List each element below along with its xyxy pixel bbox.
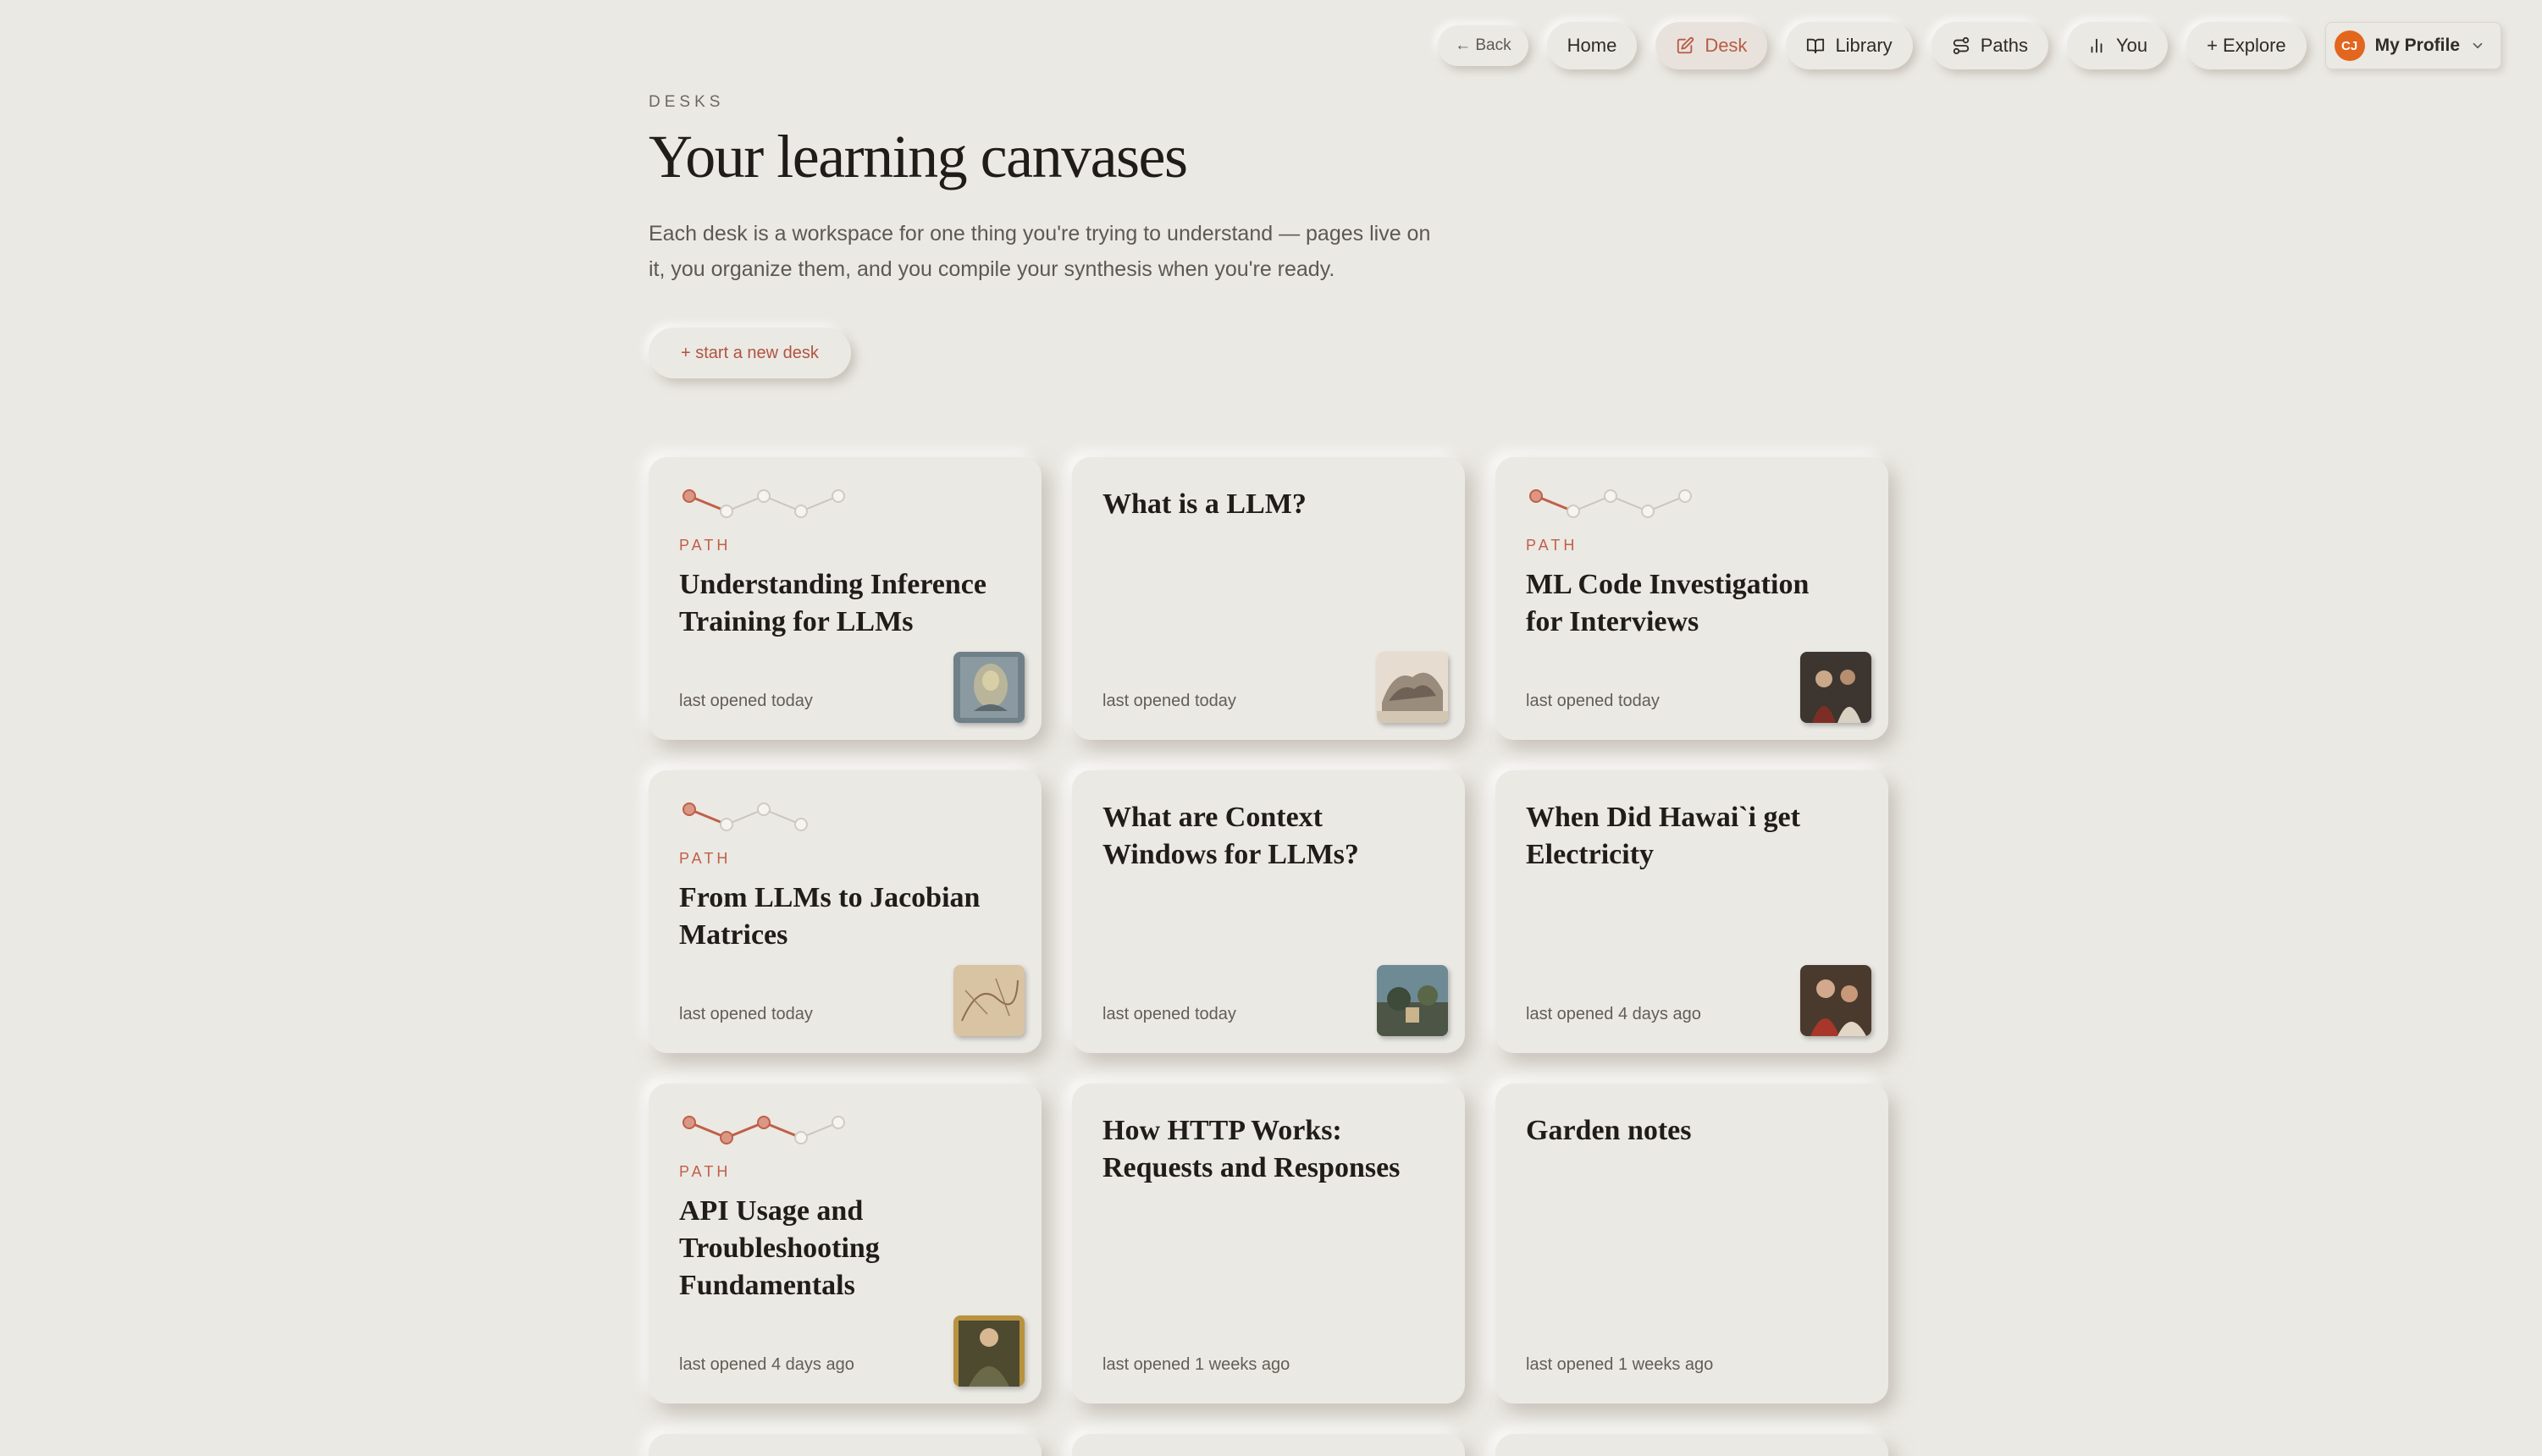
desk-title: Garden notes xyxy=(1526,1115,1692,1146)
desk-grid: PATH Understanding Inference Training fo… xyxy=(649,457,1888,1456)
section-eyebrow: DESKS xyxy=(649,93,725,111)
desk-title: From LLMs to Jacobian Matrices xyxy=(679,882,981,951)
back-button[interactable]: ← Back xyxy=(1438,25,1528,66)
last-opened: last opened 1 weeks ago xyxy=(1102,1355,1290,1374)
desk-title: What is a LLM? xyxy=(1102,488,1307,520)
painting-thumbnail xyxy=(953,652,1025,723)
nav-library[interactable]: Library xyxy=(1786,22,1913,69)
profile-menu[interactable]: CJ My Profile xyxy=(2324,22,2501,69)
desk-card-partial[interactable] xyxy=(1495,1434,1888,1456)
edit-note-icon xyxy=(1677,36,1694,54)
path-node-complete xyxy=(1529,489,1543,503)
painting-thumbnail xyxy=(953,965,1025,1036)
path-label: PATH xyxy=(679,1163,732,1180)
desk-card[interactable]: When Did Hawai`i get Electricity last op… xyxy=(1495,770,1888,1053)
nav-home-label: Home xyxy=(1567,35,1617,56)
last-opened: last opened today xyxy=(679,1005,813,1023)
path-node-complete xyxy=(682,1116,696,1129)
painting-thumbnail xyxy=(1800,652,1871,723)
bar-chart-icon xyxy=(2091,38,2103,53)
nav-explore-label: + Explore xyxy=(2207,35,2286,56)
nav-desk-label: Desk xyxy=(1705,35,1748,56)
last-opened: last opened today xyxy=(1526,692,1660,710)
path-node xyxy=(832,1116,845,1129)
path-label: PATH xyxy=(1526,537,1578,554)
desk-card[interactable]: PATH From LLMs to Jacobian Matrices last… xyxy=(649,770,1042,1053)
desk-card[interactable]: How HTTP Works: Requests and Responses l… xyxy=(1072,1084,1465,1404)
path-node xyxy=(720,818,733,831)
desk-card[interactable]: What is a LLM? last opened today xyxy=(1072,457,1465,740)
top-nav: ← Back Home Desk Library Paths You + Exp… xyxy=(1438,22,2501,69)
desk-card[interactable]: PATH API Usage and Troubleshooting Funda… xyxy=(649,1084,1042,1404)
last-opened: last opened today xyxy=(679,692,813,710)
nav-desk[interactable]: Desk xyxy=(1655,22,1768,69)
page-header: DESKS Your learning canvases Each desk i… xyxy=(649,93,1893,378)
nav-paths-label: Paths xyxy=(1980,35,2028,56)
desk-card[interactable]: PATH Understanding Inference Training fo… xyxy=(649,457,1042,740)
path-label: PATH xyxy=(679,850,732,867)
painting-thumbnail xyxy=(953,1315,1025,1387)
page-title: Your learning canvases xyxy=(649,123,1188,190)
nav-you-label: You xyxy=(2115,35,2148,56)
new-desk-button[interactable]: + start a new desk xyxy=(649,328,851,378)
desk-title: Understanding Inference Training for LLM… xyxy=(679,569,986,637)
nav-you[interactable]: You xyxy=(2066,22,2169,69)
path-node xyxy=(1641,505,1655,518)
path-node xyxy=(1567,505,1580,518)
path-label: PATH xyxy=(679,537,732,554)
path-node-complete xyxy=(720,1131,733,1144)
avatar: CJ xyxy=(2334,30,2365,61)
desk-card[interactable]: What are Context Windows for LLMs? last … xyxy=(1072,770,1465,1053)
path-node xyxy=(720,505,733,518)
path-progress-icon xyxy=(682,489,845,518)
back-button-label: ← Back xyxy=(1455,36,1511,54)
path-node xyxy=(757,802,771,816)
path-node xyxy=(1604,489,1617,503)
painting-thumbnail xyxy=(1377,652,1448,723)
desk-title: How HTTP Works: Requests and Responses xyxy=(1102,1115,1401,1183)
last-opened: last opened 4 days ago xyxy=(1526,1005,1701,1023)
desk-title: What are Context Windows for LLMs? xyxy=(1102,802,1359,870)
nav-paths[interactable]: Paths xyxy=(1931,22,2048,69)
book-open-icon xyxy=(1807,38,1825,54)
new-desk-label: + start a new desk xyxy=(681,343,819,362)
desk-title: ML Code Investigation for Interviews xyxy=(1526,569,1810,637)
page-intro: Each desk is a workspace for one thing y… xyxy=(649,222,1431,281)
nav-explore[interactable]: + Explore xyxy=(2186,22,2307,69)
desk-title: API Usage and Troubleshooting Fundamenta… xyxy=(679,1195,880,1301)
path-node xyxy=(794,1131,808,1144)
path-node xyxy=(757,489,771,503)
path-progress-icon xyxy=(682,802,808,831)
path-node xyxy=(832,489,845,503)
route-icon xyxy=(1953,36,1969,55)
desks-page: { "nav": { "back": "← Back", "home": "Ho… xyxy=(0,0,2542,1456)
nav-library-label: Library xyxy=(1835,35,1893,56)
chevron-down-icon xyxy=(2473,42,2483,49)
path-node xyxy=(1678,489,1692,503)
nav-home[interactable]: Home xyxy=(1546,22,1638,69)
desk-card[interactable]: PATH ML Code Investigation for Interview… xyxy=(1495,457,1888,740)
last-opened: last opened 4 days ago xyxy=(679,1355,854,1374)
desk-card-partial[interactable] xyxy=(1072,1434,1465,1456)
last-opened: last opened 1 weeks ago xyxy=(1526,1355,1714,1374)
last-opened: last opened today xyxy=(1102,692,1236,710)
path-progress-icon xyxy=(682,1116,845,1144)
last-opened: last opened today xyxy=(1102,1005,1236,1023)
path-node xyxy=(794,505,808,518)
path-node-complete xyxy=(682,802,696,816)
painting-thumbnail xyxy=(1800,965,1871,1036)
desk-card[interactable]: Garden notes last opened 1 weeks ago xyxy=(1495,1084,1888,1404)
path-node-complete xyxy=(757,1116,771,1129)
profile-label: My Profile xyxy=(2374,36,2460,55)
path-node xyxy=(794,818,808,831)
path-progress-icon xyxy=(1529,489,1692,518)
desk-title: When Did Hawai`i get Electricity xyxy=(1526,802,1800,870)
desk-card-partial[interactable] xyxy=(649,1434,1042,1456)
path-node-complete xyxy=(682,489,696,503)
painting-thumbnail xyxy=(1377,965,1448,1036)
